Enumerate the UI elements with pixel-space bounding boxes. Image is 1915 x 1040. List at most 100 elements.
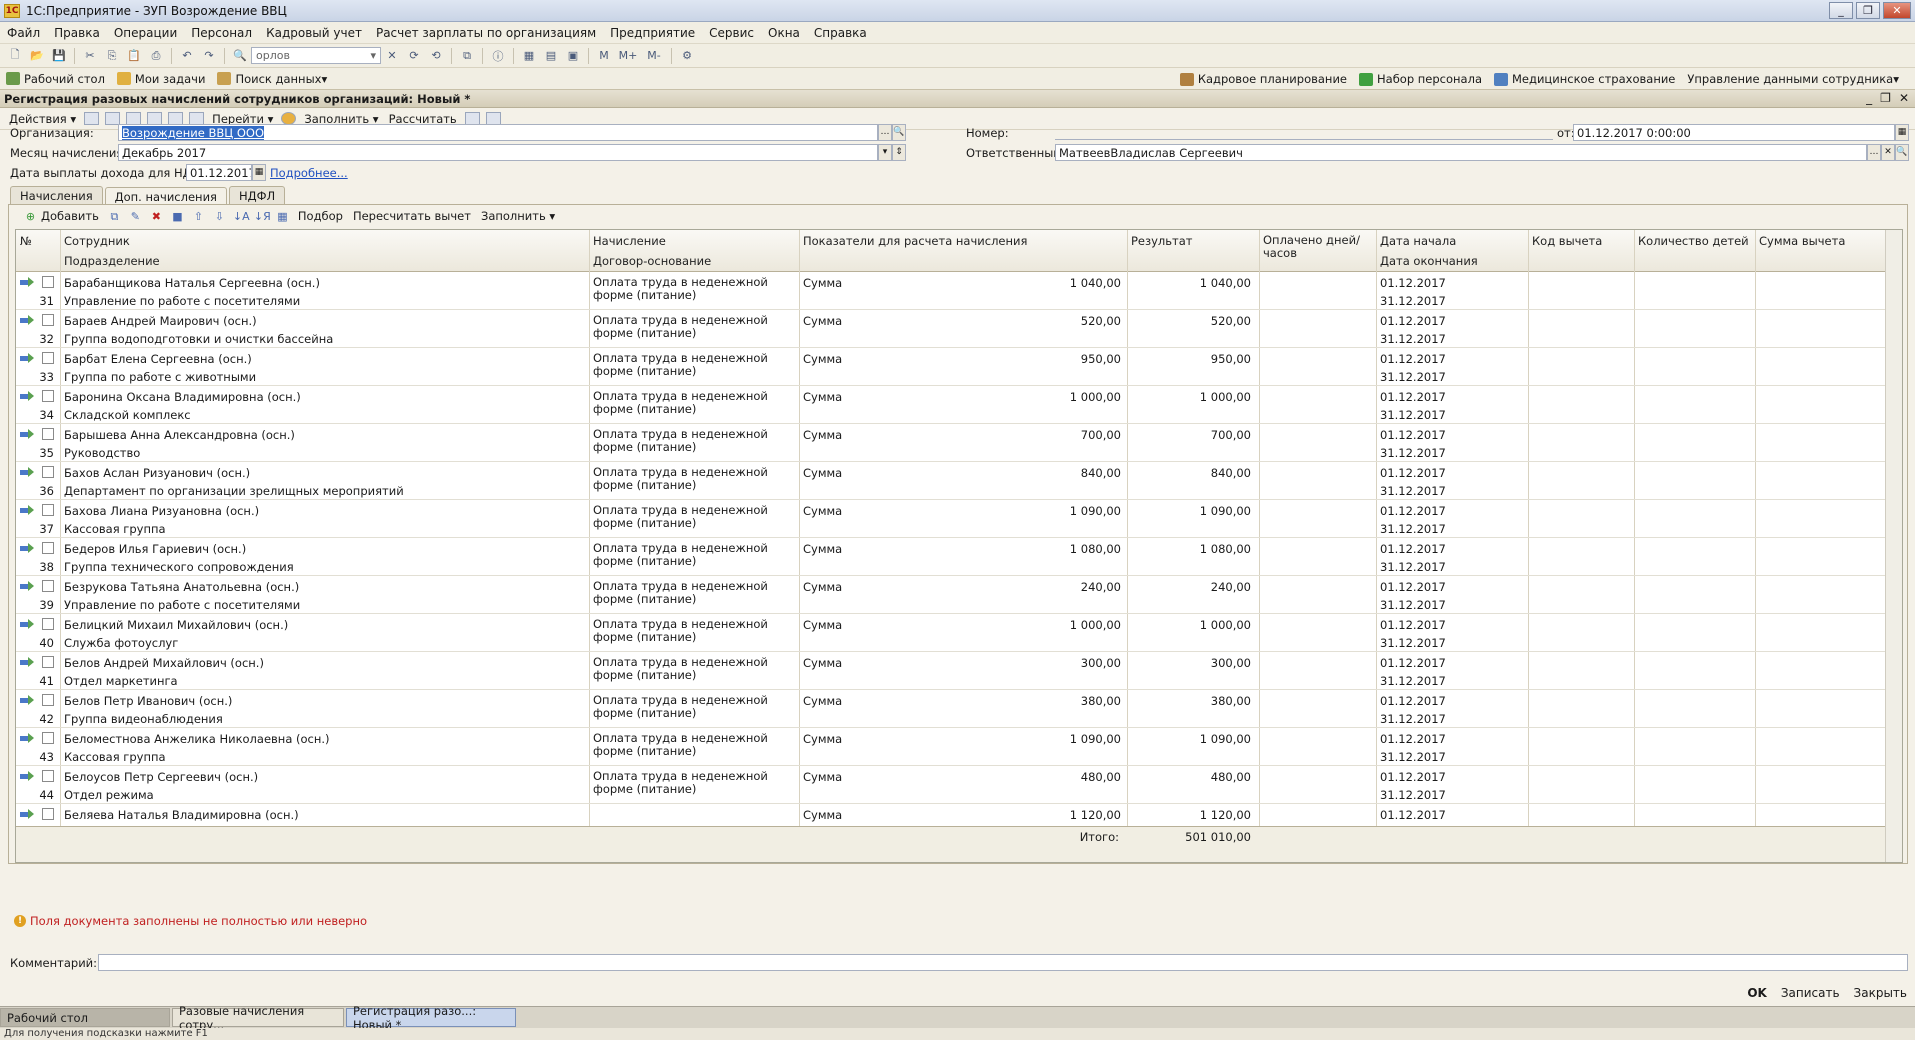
save-button[interactable]: Записать (1781, 986, 1840, 1000)
start-date[interactable]: 01.12.2017 (1380, 656, 1446, 670)
result-value[interactable]: 300,00 (1131, 656, 1251, 670)
find-next-icon[interactable]: ⟳ (405, 48, 423, 64)
end-date[interactable]: 31.12.2017 (1380, 294, 1446, 308)
delete-row-icon[interactable]: ✖ (149, 210, 164, 223)
search-input[interactable]: орлов ▾ (251, 47, 381, 64)
col-children-count[interactable]: Количество детей (1638, 234, 1749, 248)
start-date[interactable]: 01.12.2017 (1380, 466, 1446, 480)
memory-plus-icon[interactable]: M+ (617, 48, 639, 64)
row-checkbox[interactable] (42, 656, 54, 668)
row-checkbox[interactable] (42, 390, 54, 402)
row-checkbox[interactable] (42, 770, 54, 782)
indicator-value[interactable]: 1 000,00 (1016, 390, 1121, 404)
info-icon[interactable]: ⓘ (489, 48, 507, 64)
result-value[interactable]: 950,00 (1131, 352, 1251, 366)
actions-menu[interactable]: Действия ▾ (4, 112, 81, 126)
start-date[interactable]: 01.12.2017 (1380, 808, 1446, 822)
doc-restore-button[interactable]: ❐ (1880, 91, 1891, 105)
tools-icon[interactable]: ⚙ (678, 48, 696, 64)
tab-ndfl[interactable]: НДФЛ (228, 186, 286, 204)
department-name[interactable]: Кассовая группа (64, 522, 166, 536)
table-row[interactable]: 32 Бараев Андрей Маирович (осн.) Группа во… (16, 310, 1886, 348)
number-field[interactable] (1055, 139, 1553, 140)
start-date[interactable]: 01.12.2017 (1380, 352, 1446, 366)
start-date[interactable]: 01.12.2017 (1380, 732, 1446, 746)
new-icon[interactable]: 🗋 (6, 48, 24, 64)
windows-icon[interactable]: ⧉ (458, 48, 476, 64)
table-row[interactable]: 31 Барабанщикова Наталья Сергеевна (осн.)… (16, 272, 1886, 310)
indicator-value[interactable]: 1 090,00 (1016, 504, 1121, 518)
table-row[interactable]: 36 Бахов Аслан Ризуанович (осн.) Департаме… (16, 462, 1886, 500)
tab-extra-accruals[interactable]: Доп. начисления (104, 187, 227, 205)
col-end-date[interactable]: Дата окончания (1380, 254, 1478, 268)
responsible-select-button[interactable]: … (1867, 144, 1881, 161)
end-date[interactable]: 31.12.2017 (1380, 446, 1446, 460)
indicator-value[interactable]: 1 090,00 (1016, 732, 1121, 746)
start-date[interactable]: 01.12.2017 (1380, 390, 1446, 404)
recruitment-link[interactable]: Набор персонала (1353, 72, 1488, 86)
department-name[interactable]: Управление по работе с посетителями (64, 598, 300, 612)
indicator-value[interactable]: 1 080,00 (1016, 542, 1121, 556)
result-value[interactable]: 520,00 (1131, 314, 1251, 328)
end-date[interactable]: 31.12.2017 (1380, 750, 1446, 764)
org-select-button[interactable]: … (878, 124, 892, 141)
menu-service[interactable]: Сервис (702, 26, 761, 40)
undo-icon[interactable]: ↶ (178, 48, 196, 64)
menu-windows[interactable]: Окна (761, 26, 807, 40)
hr-planning-link[interactable]: Кадровое планирование (1174, 72, 1353, 86)
paste-icon[interactable]: 📋 (125, 48, 143, 64)
indicator-value[interactable]: 1 000,00 (1016, 618, 1121, 632)
result-value[interactable]: 380,00 (1131, 694, 1251, 708)
accrual-type[interactable]: Оплата труда в неденежной форме (питание… (593, 428, 793, 454)
start-date[interactable]: 01.12.2017 (1380, 580, 1446, 594)
col-contract[interactable]: Договор-основание (593, 254, 711, 268)
date-from-field[interactable]: 01.12.2017 0:00:00 (1573, 124, 1895, 141)
table-row[interactable]: 34 Баронина Оксана Владимировна (осн.) Скл… (16, 386, 1886, 424)
indicator-value[interactable]: 950,00 (1016, 352, 1121, 366)
accrual-type[interactable]: Оплата труда в неденежной форме (питание… (593, 770, 793, 796)
result-value[interactable]: 1 090,00 (1131, 732, 1251, 746)
col-num[interactable]: № (20, 234, 32, 248)
columns-icon[interactable]: ▦ (275, 210, 290, 223)
result-value[interactable]: 1 090,00 (1131, 504, 1251, 518)
department-name[interactable]: Отдел режима (64, 788, 154, 802)
month-dropdown-icon[interactable]: ▾ (878, 144, 892, 161)
table-row[interactable]: 33 Барбат Елена Сергеевна (осн.) Группа по… (16, 348, 1886, 386)
edit-row-icon[interactable]: ✎ (128, 210, 143, 223)
result-value[interactable]: 1 040,00 (1131, 276, 1251, 290)
table-row[interactable]: 37 Бахова Лиана Ризуановна (осн.) Кассовая… (16, 500, 1886, 538)
print-icon[interactable]: ⎙ (147, 48, 165, 64)
employee-data-link[interactable]: Управление данными сотрудника ▾ (1681, 72, 1905, 86)
start-date[interactable]: 01.12.2017 (1380, 276, 1446, 290)
table-row[interactable]: 42 Белов Петр Иванович (осн.) Группа видео… (16, 690, 1886, 728)
responsible-clear-icon[interactable]: ✕ (1881, 144, 1895, 161)
my-tasks-button[interactable]: Мои задачи (111, 72, 212, 86)
doc-minimize-button[interactable]: _ (1866, 91, 1872, 105)
month-spin-icon[interactable]: ⇕ (892, 144, 906, 161)
col-start-date[interactable]: Дата начала (1380, 234, 1456, 248)
employee-name[interactable]: Бахов Аслан Ризуанович (осн.) (64, 466, 250, 480)
accrual-type[interactable]: Оплата труда в неденежной форме (питание… (593, 732, 793, 758)
department-name[interactable]: Группа по работе с животными (64, 370, 256, 384)
tab-accruals[interactable]: Начисления (10, 186, 103, 204)
move-up-icon[interactable]: ⇧ (191, 210, 206, 223)
table-row[interactable]: 43 Беломестнова Анжелика Николаевна (осн.… (16, 728, 1886, 766)
result-value[interactable]: 1 080,00 (1131, 542, 1251, 556)
calendar-picker-icon[interactable]: ▦ (252, 164, 266, 181)
menu-hr[interactable]: Кадровый учет (259, 26, 369, 40)
grid-fill-menu[interactable]: Заполнить ▾ (476, 209, 560, 223)
row-checkbox[interactable] (42, 542, 54, 554)
start-date[interactable]: 01.12.2017 (1380, 542, 1446, 556)
indicator-value[interactable]: 840,00 (1016, 466, 1121, 480)
employee-name[interactable]: Бахова Лиана Ризуановна (осн.) (64, 504, 259, 518)
result-value[interactable]: 1 120,00 (1131, 808, 1251, 822)
doc-close-button[interactable]: ✕ (1899, 91, 1909, 105)
result-value[interactable]: 240,00 (1131, 580, 1251, 594)
employee-name[interactable]: Барабанщикова Наталья Сергеевна (осн.) (64, 276, 320, 290)
table-scrollbar[interactable] (1885, 230, 1902, 862)
indicator-value[interactable]: 700,00 (1016, 428, 1121, 442)
accrual-type[interactable]: Оплата труда в неденежной форме (питание… (593, 542, 793, 568)
row-checkbox[interactable] (42, 694, 54, 706)
indicator-value[interactable]: 1 040,00 (1016, 276, 1121, 290)
col-deduction-code[interactable]: Код вычета (1532, 234, 1602, 248)
